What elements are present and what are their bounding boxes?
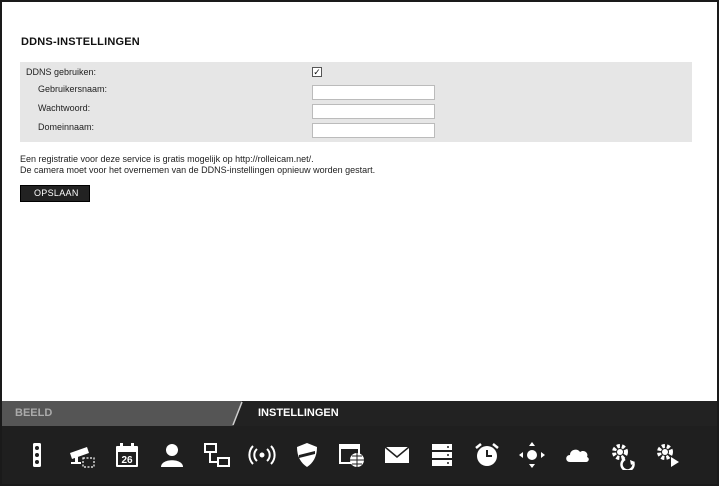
alarm-clock-icon[interactable] [465, 432, 509, 478]
traffic-light-icon[interactable] [15, 432, 59, 478]
password-label: Wachtwoord: [38, 103, 91, 113]
password-input[interactable] [312, 103, 435, 119]
cloud-icon[interactable] [555, 432, 599, 478]
camera-network-icon[interactable] [60, 432, 104, 478]
username-field-wrap [312, 82, 435, 100]
username-label: Gebruikersnaam: [38, 84, 108, 94]
use-ddns-field: ✓ [312, 65, 322, 77]
domain-input[interactable] [312, 122, 435, 138]
wireless-icon[interactable] [240, 432, 284, 478]
username-input[interactable] [312, 84, 435, 100]
network-icon[interactable] [195, 432, 239, 478]
domain-field-wrap [312, 120, 435, 138]
password-row: Wachtwoord: [20, 101, 692, 119]
tab-beeld[interactable]: BEELD [2, 401, 242, 426]
use-ddns-row: DDNS gebruiken: ✓ [20, 65, 692, 82]
tab-separator [232, 401, 243, 426]
info-line-restart: De camera moet voor het overnemen van de… [20, 165, 376, 175]
settings-icon-bar: 26 [2, 426, 717, 484]
tab-bar: BEELD INSTELLINGEN [2, 401, 717, 426]
use-ddns-label: DDNS gebruiken: [26, 67, 97, 77]
tab-instellingen[interactable]: INSTELLINGEN [258, 401, 339, 426]
ddns-settings-panel: DDNS gebruiken: ✓ Gebruikersnaam: Wachtw… [20, 62, 692, 142]
ptz-control-icon[interactable] [510, 432, 554, 478]
page-title: DDNS-INSTELLINGEN [21, 36, 140, 48]
calendar-day-label: 26 [121, 455, 133, 466]
shield-icon[interactable] [285, 432, 329, 478]
storage-icon[interactable] [420, 432, 464, 478]
info-text: Een registratie voor deze service is gra… [20, 154, 700, 176]
username-row: Gebruikersnaam: [20, 82, 692, 100]
advanced-settings-icon[interactable] [645, 432, 689, 478]
domain-label: Domeinnaam: [38, 122, 95, 132]
calendar-icon[interactable]: 26 [105, 432, 149, 478]
web-icon[interactable] [330, 432, 374, 478]
app-frame: DDNS-INSTELLINGEN DDNS gebruiken: ✓ Gebr… [0, 0, 719, 486]
use-ddns-checkbox[interactable]: ✓ [312, 67, 322, 77]
password-field-wrap [312, 101, 435, 119]
info-line-registration: Een registratie voor deze service is gra… [20, 154, 314, 164]
maintenance-icon[interactable] [600, 432, 644, 478]
domain-row: Domeinnaam: [20, 120, 692, 138]
user-icon[interactable] [150, 432, 194, 478]
mail-icon[interactable] [375, 432, 419, 478]
save-button[interactable]: OPSLAAN [20, 185, 90, 202]
settings-content: DDNS-INSTELLINGEN DDNS gebruiken: ✓ Gebr… [20, 32, 700, 202]
